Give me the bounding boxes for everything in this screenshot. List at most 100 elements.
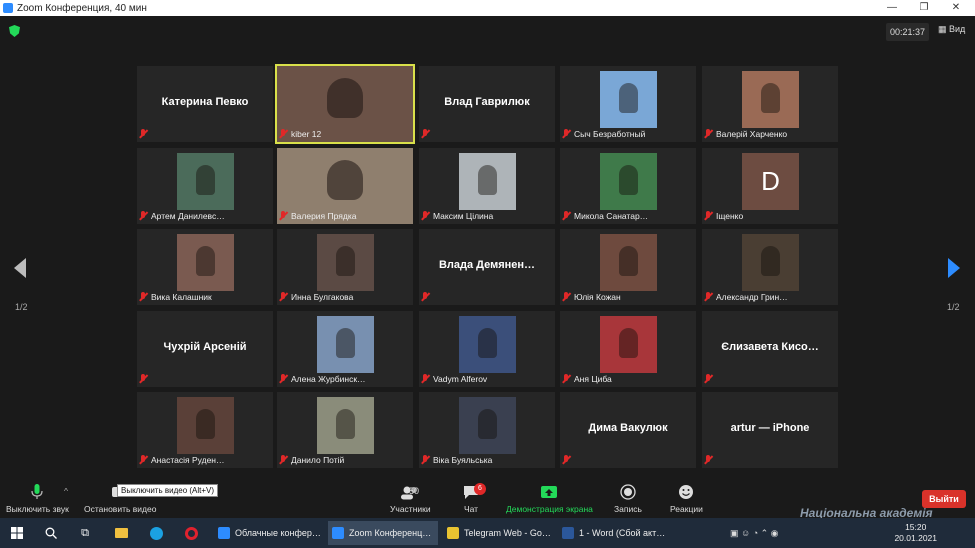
participant-label: Данило Потій — [279, 454, 411, 466]
participant-tile[interactable]: Дима Вакулюк — [560, 392, 696, 468]
mute-button[interactable]: Выключить звук — [6, 484, 69, 514]
participant-avatar — [177, 397, 234, 454]
participant-tile[interactable]: Vadym Alferov — [419, 311, 555, 387]
taskbar-app-item[interactable]: Облачные конфер… — [214, 521, 324, 545]
muted-mic-icon — [421, 211, 429, 221]
participant-center-name: Дима Вакулюк — [588, 422, 668, 434]
muted-mic-icon — [421, 455, 429, 465]
participant-tile[interactable]: Алена Журбинск… — [277, 311, 413, 387]
participant-tile[interactable]: Валерия Прядка — [277, 148, 413, 224]
participant-tile[interactable]: kiber 12 — [275, 64, 415, 144]
search-icon — [45, 527, 57, 539]
security-shield-icon[interactable] — [9, 25, 20, 37]
participant-tile[interactable]: Данило Потій — [277, 392, 413, 468]
file-explorer-button[interactable] — [110, 521, 132, 545]
participant-avatar — [742, 234, 799, 291]
participant-label: Vadym Alferov — [421, 373, 553, 385]
zoom-app-icon — [3, 3, 13, 13]
participant-tile[interactable]: Влада Демянен… — [419, 229, 555, 305]
windows-start-button[interactable] — [4, 521, 30, 545]
person-silhouette — [478, 409, 497, 439]
participant-label: Алена Журбинск… — [279, 373, 411, 385]
next-page-arrow-icon[interactable] — [948, 258, 960, 278]
taskbar-app-label: 1 - Word (Сбой акт… — [579, 528, 666, 538]
close-button[interactable]: ✕ — [941, 0, 971, 16]
participant-tile[interactable]: Віка Буяльська — [419, 392, 555, 468]
participant-name: Віка Буяльська — [433, 455, 493, 465]
maximize-button[interactable]: ❐ — [909, 0, 939, 16]
participant-center-name: Влад Гаврилюк — [444, 96, 530, 108]
muted-mic-icon — [421, 374, 429, 384]
participant-name: Алена Журбинск… — [291, 374, 366, 384]
participant-name: kiber 12 — [291, 129, 322, 139]
grid-icon: ▦ — [938, 24, 950, 34]
participant-tile[interactable]: Микола Санатар… — [560, 148, 696, 224]
participant-name: Максим Цілина — [433, 211, 494, 221]
participant-label: Валерій Харченко — [704, 128, 836, 140]
view-button[interactable]: ▦ Вид — [938, 24, 965, 35]
reactions-button[interactable]: Реакции — [670, 484, 703, 514]
person-silhouette — [761, 246, 780, 276]
participant-label — [421, 291, 553, 303]
mute-label: Выключить звук — [6, 504, 69, 514]
participant-label — [704, 454, 836, 466]
system-tray-icons[interactable]: ▣ ☺ ◔ ⌃ ◉ — [730, 521, 790, 545]
participant-tile[interactable]: Юлія Кожан — [560, 229, 696, 305]
reactions-label: Реакции — [670, 504, 703, 514]
participant-tile[interactable]: Артем Данилевс… — [137, 148, 273, 224]
participant-tile[interactable]: Инна Булгакова — [277, 229, 413, 305]
participant-tile[interactable]: artur — iPhone — [702, 392, 838, 468]
participant-tile[interactable]: Єлизавета Кисо… — [702, 311, 838, 387]
taskbar-app-item[interactable]: Telegram Web - Go… — [443, 521, 553, 545]
participant-label: Сыч Безработный — [562, 128, 694, 140]
taskbar-app-item[interactable]: 1 - Word (Сбой акт… — [558, 521, 668, 545]
participant-label: Валерия Прядка — [279, 210, 411, 222]
share-screen-button[interactable]: Демонстрация экрана — [506, 484, 593, 514]
participant-name: Іщенко — [716, 211, 744, 221]
participant-tile[interactable]: D Іщенко — [702, 148, 838, 224]
participants-label: Участники — [390, 504, 431, 514]
participant-center-name: Катерина Певко — [161, 96, 249, 108]
muted-mic-icon — [704, 211, 712, 221]
muted-mic-icon — [562, 129, 570, 139]
participant-tile[interactable]: Катерина Певко — [137, 66, 273, 142]
person-silhouette — [196, 246, 215, 276]
task-view-button[interactable]: ⧉ — [74, 521, 96, 545]
record-button[interactable]: Запись — [614, 484, 642, 514]
taskbar-app-label: Telegram Web - Go… — [464, 528, 551, 538]
chat-badge: 6 — [474, 483, 486, 495]
participant-label: kiber 12 — [279, 128, 411, 140]
participant-avatar — [459, 397, 516, 454]
taskbar-app-item[interactable]: Zoom Конференц… — [328, 521, 438, 545]
participant-tile[interactable]: Вика Калашник — [137, 229, 273, 305]
muted-mic-icon — [704, 374, 712, 384]
taskbar-clock[interactable]: 15:20 20.01.2021 — [894, 522, 937, 544]
prev-page-arrow-icon[interactable] — [14, 258, 26, 278]
participant-label: Микола Санатар… — [562, 210, 694, 222]
participant-name: Валерия Прядка — [291, 211, 357, 221]
opera-button[interactable] — [180, 521, 202, 545]
participant-label: Александр Грин… — [704, 291, 836, 303]
participant-tile[interactable]: Влад Гаврилюк — [419, 66, 555, 142]
minimize-button[interactable]: — — [877, 0, 907, 16]
edge-button[interactable] — [145, 521, 167, 545]
participant-label: Вика Калашник — [139, 291, 271, 303]
folder-icon — [114, 528, 128, 538]
view-label: Вид — [949, 24, 966, 34]
muted-mic-icon — [562, 374, 570, 384]
opera-icon — [184, 526, 198, 540]
search-button[interactable] — [40, 521, 62, 545]
participant-label: Максим Цілина — [421, 210, 553, 222]
muted-mic-icon — [562, 292, 570, 302]
participant-tile[interactable]: Аня Циба — [560, 311, 696, 387]
record-icon — [620, 484, 636, 500]
participant-tile[interactable]: Анастасія Руден… — [137, 392, 273, 468]
participant-tile[interactable]: Сыч Безработный — [560, 66, 696, 142]
participant-tile[interactable]: Александр Грин… — [702, 229, 838, 305]
participant-tile[interactable]: Чухрій Арсеній — [137, 311, 273, 387]
participant-tile[interactable]: Валерій Харченко — [702, 66, 838, 142]
participant-tile[interactable]: Максим Цілина — [419, 148, 555, 224]
audio-options-caret-icon[interactable]: ^ — [64, 486, 68, 496]
person-silhouette — [196, 409, 215, 439]
tray-icons: ▣ ☺ ◔ ⌃ ◉ — [730, 527, 779, 538]
